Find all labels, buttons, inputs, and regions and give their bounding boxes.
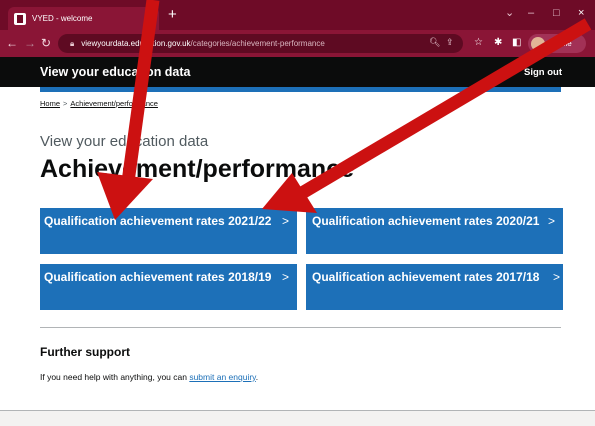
annotation-arrow-left-icon: [97, 0, 160, 220]
annotation-arrows: [97, 0, 592, 220]
annotation-arrow-right-icon: [262, 18, 592, 213]
